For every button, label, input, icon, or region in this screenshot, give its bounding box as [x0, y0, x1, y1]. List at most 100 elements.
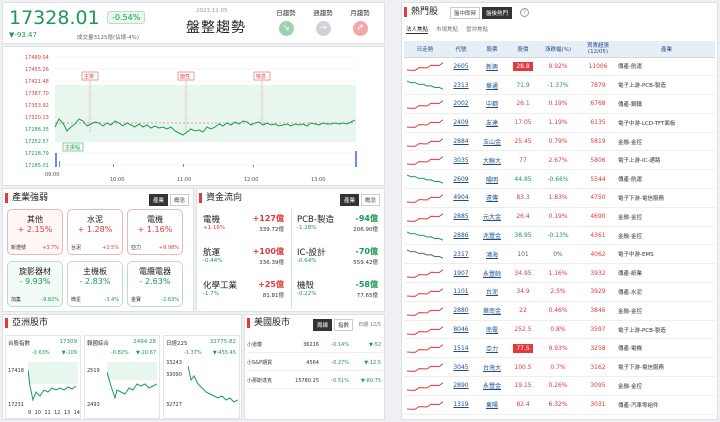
industry-card[interactable]: 其他 + 2.15% 新燈號 +3.7%	[7, 209, 63, 255]
help-icon[interactable]: ?	[520, 8, 529, 17]
stock-name[interactable]: 永豐金	[476, 376, 508, 396]
stock-name[interactable]: 玉山金	[476, 132, 508, 152]
stock-code[interactable]: 2605	[446, 57, 476, 77]
stock-name[interactable]: 華通	[476, 75, 508, 96]
us-row[interactable]: 小S&P期貨 4564 -0.27% ▼-12.5	[247, 355, 383, 371]
table-row[interactable]: 2890 永豐金 19.15 0.26% 3095 金融-金控	[404, 376, 715, 396]
tab-daytrade-focus[interactable]: 當沖焦點	[466, 25, 488, 34]
stock-name[interactable]: 永豐餘	[476, 263, 508, 284]
stock-name[interactable]: 台灣大	[476, 357, 508, 378]
sparkline-cell	[404, 226, 446, 246]
stock-name[interactable]: 台泥	[476, 282, 508, 302]
tab-index[interactable]: 指數	[334, 319, 354, 331]
industry-card[interactable]: 旋影器材 - 9.93% 加集 -9.82%	[7, 261, 63, 307]
table-row[interactable]: 2886 兆豐金 38.95 -0.13% 4361 金融-金控	[404, 226, 715, 246]
tab-intraday[interactable]: 盤中即時	[450, 7, 481, 19]
stock-name[interactable]: 亞力	[476, 338, 508, 359]
flow-item[interactable]: 電機 +127億 +1.16% 339.72億	[201, 211, 286, 247]
stock-name[interactable]: 大聯大	[476, 150, 508, 171]
stock-name[interactable]: 遠傳	[476, 188, 508, 208]
stock-name[interactable]: 南電	[476, 320, 508, 340]
tab-market-focus[interactable]: 市場焦點	[436, 25, 458, 34]
col-header[interactable]: 買賣超張 (12/05)	[578, 41, 618, 58]
stock-name[interactable]: 新興	[476, 57, 508, 77]
col-header[interactable]: 股價	[508, 41, 538, 58]
stock-code[interactable]: 8046	[446, 320, 476, 340]
col-header[interactable]: 股票	[476, 41, 508, 58]
stock-code[interactable]: 2313	[446, 75, 476, 96]
tab-after-hours[interactable]: 盤後熱門	[482, 7, 513, 19]
flow-item[interactable]: IC-設計 -70億 -0.64% 559.42億	[295, 244, 380, 280]
table-row[interactable]: 2313 華通 71.9 -1.37% 7879 電子上游-PCB-製造	[404, 75, 715, 96]
stock-name[interactable]: 兆豐金	[476, 226, 508, 246]
stock-code[interactable]: 2880	[446, 301, 476, 321]
tab-concept[interactable]: 概念	[169, 194, 189, 206]
stock-code[interactable]: 1319	[446, 395, 476, 415]
flow-item[interactable]: 航運 +100億 -0.44% 336.39億	[201, 244, 286, 280]
stock-code[interactable]: 2002	[446, 94, 476, 114]
stock-code[interactable]: 2609	[446, 169, 476, 190]
table-row[interactable]: 2605 新興 28.8 9.92% 11006 傳產-航運	[404, 57, 715, 77]
stock-code[interactable]: 2317	[446, 244, 476, 265]
industry-card[interactable]: 電機 + 1.16% 亞力 +9.98%	[127, 209, 183, 255]
table-row[interactable]: 2609 陽明 44.85 -0.66% 5544 傳產-航運	[404, 169, 715, 190]
stock-code[interactable]: 3035	[446, 150, 476, 171]
stock-name[interactable]: 鴻海	[476, 244, 508, 265]
stock-code[interactable]: 2885	[446, 207, 476, 227]
market-card[interactable]: 日經225 32775.82 -1.37% ▼-455.45 33243 330…	[163, 335, 240, 419]
stock-code[interactable]: 3045	[446, 357, 476, 378]
table-row[interactable]: 1514 亞力 77.5 9.93% 3258 傳產-電機	[404, 338, 715, 359]
table-row[interactable]: 2002 中鋼 26.1 0.19% 6768 傳產-鋼鐵	[404, 94, 715, 114]
trend-button-day[interactable]: 日趨勢 ↘	[269, 7, 303, 41]
table-row[interactable]: 2317 鴻海 101 0% 4062 電子中游-EMS	[404, 244, 715, 265]
table-row[interactable]: 2885 元大金 26.4 0.19% 4690 金融-金控	[404, 207, 715, 227]
industry-card[interactable]: 電纜電器 - 2.63% 金寶 -2.63%	[127, 261, 183, 307]
flow-item[interactable]: 機殼 -58億 -0.22% 77.65億	[295, 277, 380, 313]
tab-industry[interactable]: 產業	[148, 194, 168, 206]
table-row[interactable]: 1101 台泥 34.9 2.5% 3929 傳產-水泥	[404, 282, 715, 302]
us-row[interactable]: 小道瓊 36216 -0.14% ▼-52	[247, 337, 383, 353]
industry-card[interactable]: 水泥 + 1.28% 台泥 +2.5%	[67, 209, 123, 255]
flow-item[interactable]: PCB-製造 -94億 -1.28% 206.90億	[295, 211, 380, 247]
col-header[interactable]: 漲跌幅(%)	[538, 41, 578, 58]
table-row[interactable]: 1319 東陽 82.4 6.32% 3031 傳產-汽車零組件	[404, 395, 715, 415]
flow-pct: -0.44%	[203, 258, 223, 264]
stock-code[interactable]: 1907	[446, 263, 476, 284]
table-row[interactable]: 1907 永豐餘 34.95 1.16% 3932 傳產-紙業	[404, 263, 715, 284]
stock-code[interactable]: 2886	[446, 226, 476, 246]
tab-concept[interactable]: 概念	[360, 194, 380, 206]
stock-name[interactable]: 中鋼	[476, 94, 508, 114]
trend-button-week[interactable]: 週趨勢 →	[306, 7, 340, 41]
table-row[interactable]: 2884 玉山金 25.45 0.79% 5819 金融-金控	[404, 132, 715, 152]
stock-name[interactable]: 元大金	[476, 207, 508, 227]
stock-code[interactable]: 1514	[446, 338, 476, 359]
stock-code[interactable]: 1101	[446, 282, 476, 302]
stock-code[interactable]: 4904	[446, 188, 476, 208]
tab-institutional[interactable]: 法人焦點	[406, 25, 429, 34]
stock-name[interactable]: 陽明	[476, 169, 508, 190]
table-row[interactable]: 8046 南電 252.5 0.8% 3597 電子上游-PCB-製造	[404, 320, 715, 340]
market-card[interactable]: 台股指數 17309 -0.63% ▼-109 17418 17231 9 10 1…	[5, 335, 81, 419]
stock-code[interactable]: 2890	[446, 376, 476, 396]
stock-name[interactable]: 華南金	[476, 301, 508, 321]
sparkline-cell	[404, 188, 446, 208]
table-row[interactable]: 2880 華南金 22 0.46% 3846 金融-金控	[404, 301, 715, 321]
tab-period[interactable]: 周線	[313, 319, 333, 331]
tab-industry[interactable]: 產業	[339, 194, 359, 206]
market-card[interactable]: 韓國綜合 2494.28 -0.82% ▼-20.67 2519 2493	[84, 335, 160, 419]
stock-name[interactable]: 友達	[476, 113, 508, 133]
trend-button-month[interactable]: 月趨勢 ↗	[343, 7, 377, 41]
flow-amount: -94億	[355, 214, 378, 223]
trend-flat-icon: ↘	[278, 21, 294, 36]
stock-name[interactable]: 東陽	[476, 395, 508, 415]
col-header[interactable]: 代號	[446, 41, 476, 58]
table-row[interactable]: 2409 友達 17.05 1.19% 6135 電子中游-LCD-TFT面板	[404, 113, 715, 133]
us-row[interactable]: 小那斯達克 15780.25 -0.51% ▼-80.75	[247, 373, 383, 389]
stock-code[interactable]: 2884	[446, 132, 476, 152]
table-row[interactable]: 3045 台灣大 100.5 0.7% 3162 電子下游-電信服務	[404, 357, 715, 378]
table-row[interactable]: 3035 大聯大 77 2.67% 5806 電子上游-IC-通路	[404, 150, 715, 171]
flow-item[interactable]: 化學工業 +25億 -1.7% 81.81億	[201, 277, 286, 313]
table-row[interactable]: 4904 遠傳 83.3 1.83% 4750 電子下游-電信服務	[404, 188, 715, 208]
stock-code[interactable]: 2409	[446, 113, 476, 133]
industry-card[interactable]: 主機板 - 2.83% 微星 -3.4%	[67, 261, 123, 307]
